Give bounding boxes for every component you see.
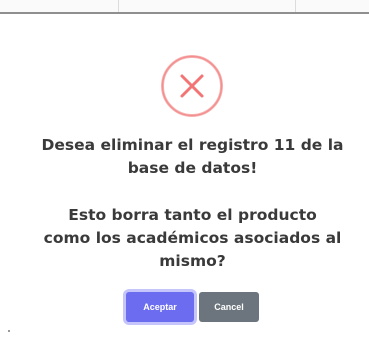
error-x-circle-icon	[161, 55, 223, 117]
background-table-edge	[0, 0, 369, 14]
confirm-button[interactable]: Aceptar	[126, 292, 194, 322]
dialog-message-line-2: como los académicos asociados al	[43, 229, 342, 247]
dialog-message-line-3: mismo?	[159, 252, 226, 270]
cancel-button[interactable]: Cancel	[199, 292, 259, 322]
screen: Desea eliminar el registro 11 de la base…	[0, 0, 369, 339]
dialog-actions: Aceptar Cancel	[0, 292, 369, 324]
dialog-message: Esto borra tanto el producto como los ac…	[16, 204, 369, 273]
stray-mark	[8, 330, 10, 332]
dialog-message-line-1: Esto borra tanto el producto	[68, 206, 317, 224]
dialog-title: Desea eliminar el registro 11 de la base…	[16, 134, 369, 180]
dialog-title-line-2: base de datos!	[127, 159, 258, 177]
column-divider	[118, 0, 119, 12]
dialog-title-line-1: Desea eliminar el registro 11 de la	[41, 136, 344, 154]
confirm-delete-dialog: Desea eliminar el registro 11 de la base…	[0, 16, 369, 339]
column-divider	[295, 0, 296, 12]
